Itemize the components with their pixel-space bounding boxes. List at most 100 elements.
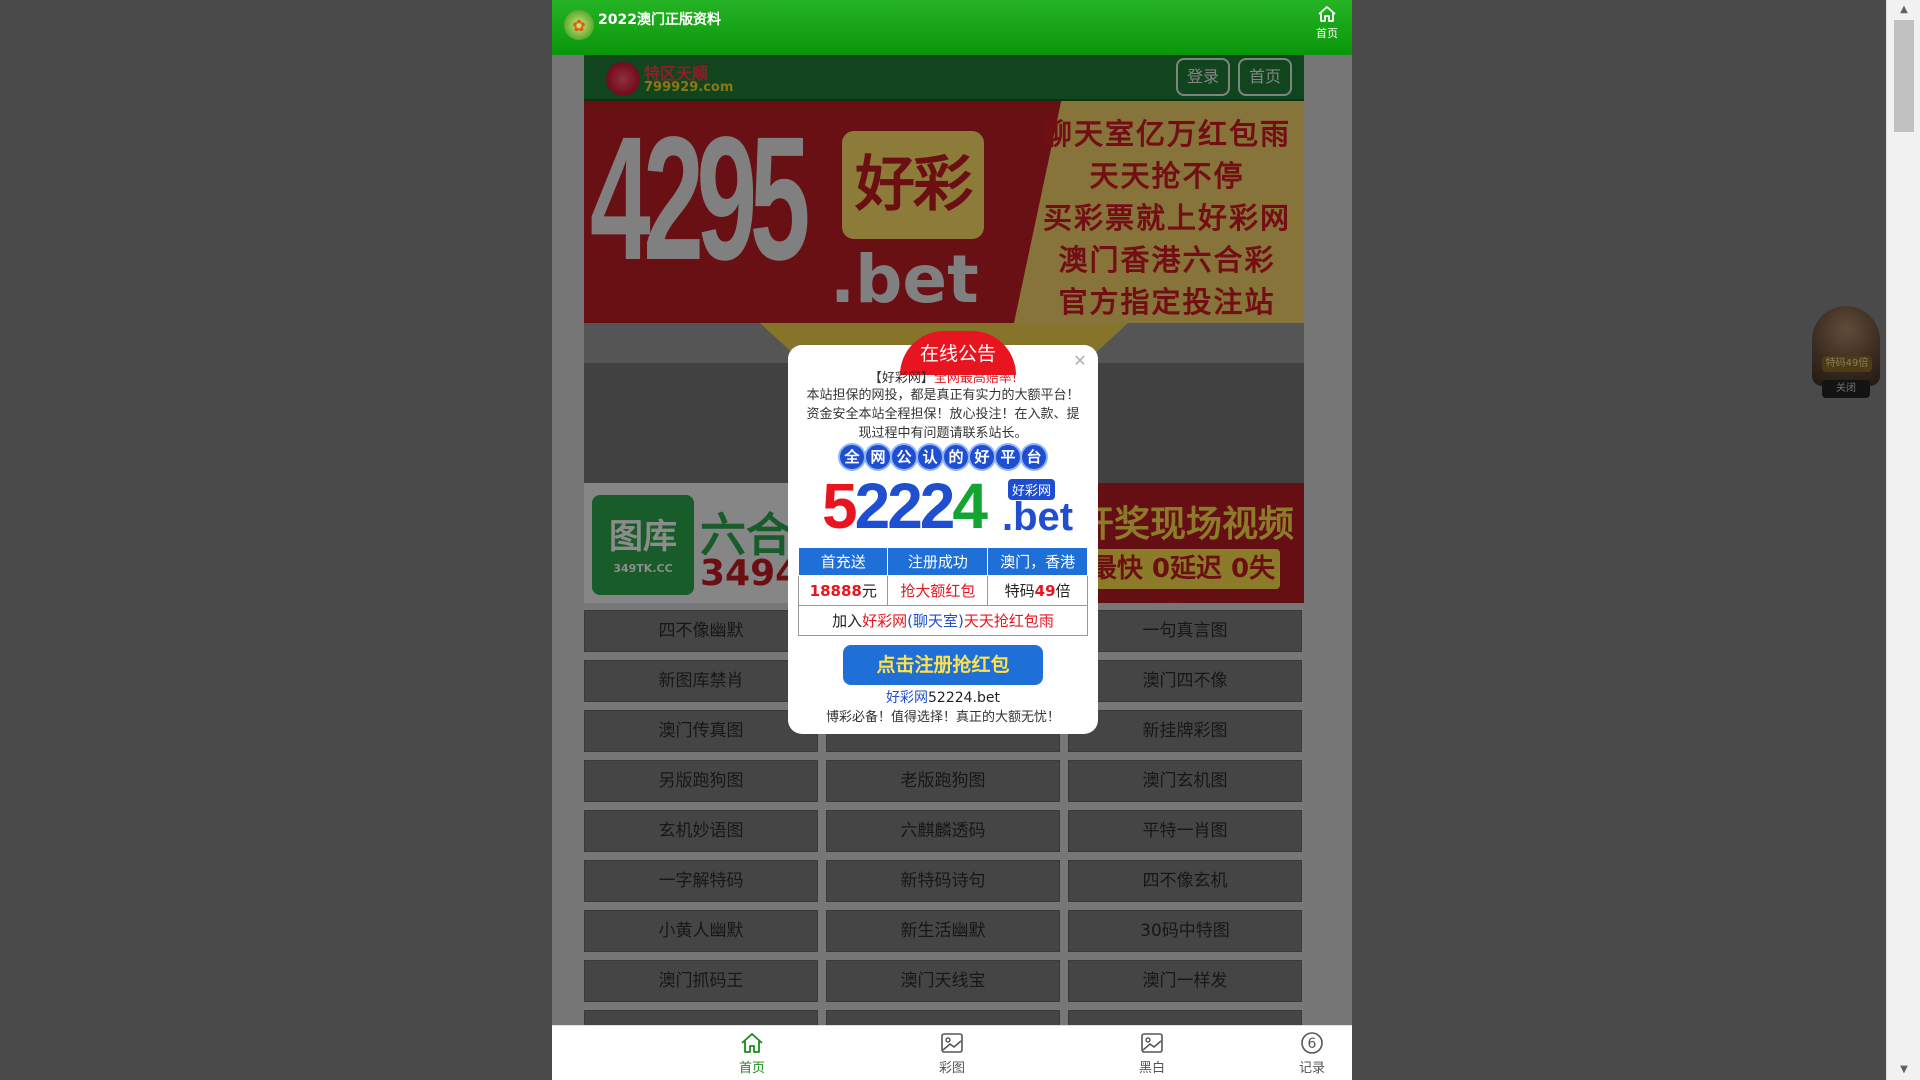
login-button[interactable]: 登录	[1176, 58, 1230, 96]
nav-label: 记录	[1298, 1061, 1325, 1076]
grid-cell[interactable]: 四不像玄机	[1068, 860, 1302, 902]
bottom-nav: 首页 彩图 黑白 6 记录	[552, 1025, 1352, 1080]
vertical-scrollbar[interactable]: ▲ ▼	[1886, 0, 1920, 1080]
site-bar: 特区天顺 799929.com 登录 首页	[584, 55, 1304, 101]
table-cell: 加入好彩网(聊天室)天天抢红包雨	[798, 605, 1088, 636]
site-home-button[interactable]: 首页	[1238, 58, 1292, 96]
number-digit-green: 4	[952, 470, 988, 542]
banner-lines: 聊天室亿万红包雨 天天抢不停 买彩票就上好彩网 澳门香港六合彩 官方指定投注站	[1032, 113, 1302, 323]
table-header: 注册成功	[887, 547, 989, 576]
tagline-char: 平	[996, 445, 1020, 469]
bonus-unit: 元	[861, 582, 877, 600]
tagline-char: 网	[866, 445, 890, 469]
banner-suffix: .bet	[830, 241, 979, 318]
grid-cell[interactable]: 平特一肖图	[1068, 810, 1302, 852]
tagline-char: 的	[944, 445, 968, 469]
grid-cell[interactable]: 新特码诗句	[826, 860, 1060, 902]
banner-line: 天天抢不停	[1089, 159, 1245, 193]
promo-table: 首充送 注册成功 澳门，香港 18888元 抢大额红包 特码49倍 加入好彩网(…	[797, 547, 1088, 636]
image-icon	[1141, 1033, 1163, 1053]
grid-cell[interactable]: 新生活幽默	[826, 910, 1060, 952]
image-icon	[941, 1033, 963, 1053]
tuku-label: 图库	[609, 517, 677, 557]
grid-cell[interactable]: 玄机妙语图	[584, 810, 818, 852]
site-brand[interactable]: 特区天顺 799929.com	[606, 60, 746, 96]
banner-line: 澳门香港六合彩	[1058, 243, 1276, 277]
register-button[interactable]: 点击注册抢红包	[843, 645, 1043, 685]
tagline-char: 全	[840, 445, 864, 469]
bauhinia-logo-icon	[606, 62, 640, 96]
floating-avatar-ad[interactable]: 特码49倍 关闭	[1806, 300, 1886, 400]
grid-cell[interactable]: 一句真言图	[1068, 610, 1302, 652]
ad-banner-4295[interactable]: 4295 好彩网 .bet 聊天室亿万红包雨 天天抢不停 买彩票就上好彩网 澳门…	[584, 101, 1304, 323]
nav-item-home[interactable]: 首页	[712, 1031, 792, 1076]
scrollbar-thumb[interactable]	[1894, 20, 1914, 132]
announcement-modal: 在线公告 ✕ 【好彩网】全网最高赔率! 本站担保的网投，都是真正有实力的大额平台…	[788, 331, 1098, 734]
grid-cell[interactable]: 澳门天线宝	[826, 960, 1060, 1002]
banner-line: 聊天室亿万红包雨	[1042, 117, 1291, 151]
banner-number: 4295	[590, 101, 810, 297]
tagline-char: 认	[918, 445, 942, 469]
grid-cell[interactable]: 澳门玄机图	[1068, 760, 1302, 802]
grid-cell[interactable]: 另版跑狗图	[584, 760, 818, 802]
number-digit-red: 5	[822, 470, 858, 542]
header-home-button[interactable]: 首页	[1312, 5, 1342, 41]
table-header: 首充送	[797, 547, 889, 576]
modal-site[interactable]: 好彩网52224.bet	[788, 687, 1098, 707]
grid-cell[interactable]: 30码中特图	[1068, 910, 1302, 952]
table-header: 澳门，香港	[987, 547, 1088, 576]
nav-item-record[interactable]: 6 记录	[1272, 1031, 1352, 1076]
scroll-down-arrow-icon[interactable]: ▼	[1897, 1064, 1911, 1076]
tagline-char: 台	[1022, 445, 1046, 469]
modal-footer: 博彩必备！值得选择！真正的大额无忧！	[825, 710, 1060, 725]
nav-label: 彩图	[938, 1061, 965, 1076]
banner-line: 买彩票就上好彩网	[1042, 201, 1291, 235]
odds-suffix: 倍	[1055, 582, 1071, 600]
table-cell: 18888元	[797, 575, 889, 606]
home-icon	[1318, 6, 1336, 22]
odds-number: 49	[1034, 582, 1056, 600]
nav-item-caitu[interactable]: 彩图	[912, 1031, 992, 1076]
site-domain: 52224.bet	[928, 690, 1000, 706]
grid-cell[interactable]: 澳门抓码王	[584, 960, 818, 1002]
record-six-icon: 6	[1301, 1032, 1323, 1054]
site-prefix: 好彩网	[886, 690, 928, 706]
nav-item-heibai[interactable]: 黑白	[1112, 1031, 1192, 1076]
nav-label: 首页	[738, 1061, 765, 1076]
grid-cell[interactable]: 新图库禁肖	[584, 660, 818, 702]
grid-cell[interactable]: 澳门传真图	[584, 710, 818, 752]
svg-text:6: 6	[1308, 1036, 1317, 1052]
banner-badge: 好彩网	[842, 131, 984, 323]
join-tail: 天天抢红包雨	[963, 612, 1054, 630]
table-cell: 特码49倍	[987, 575, 1088, 606]
modal-paragraph: 本站担保的网投，都是真正有实力的大额平台！资金安全本站全程担保！放心投注！在入款…	[806, 388, 1080, 441]
header-home-label: 首页	[1316, 27, 1338, 40]
grid-cell[interactable]: 新挂牌彩图	[1068, 710, 1302, 752]
table-cell: 抢大额红包	[887, 575, 989, 606]
grid-cell[interactable]: 澳门一样发	[1068, 960, 1302, 1002]
lotus-logo-icon: ✿	[564, 10, 594, 40]
grid-cell[interactable]: 四不像幽默	[584, 610, 818, 652]
join-chatroom: (聊天室)	[907, 612, 964, 630]
top-header: ✿ 2022澳门正版资料 首页	[552, 0, 1352, 55]
grid-cell[interactable]: 小黄人幽默	[584, 910, 818, 952]
odds-prefix: 特码	[1004, 582, 1035, 600]
scroll-up-arrow-icon[interactable]: ▲	[1897, 4, 1911, 16]
grid-cell[interactable]: 一字解特码	[584, 860, 818, 902]
tuku-logo-icon: 图库 349TK.CC	[592, 495, 694, 595]
floater-close-button[interactable]: 关闭	[1822, 380, 1870, 398]
modal-tagline: 全网公认的好平台	[788, 445, 1098, 469]
modal-headline: 【好彩网】全网最高赔率!	[788, 367, 1098, 386]
modal-headline-highlight: 全网最高赔率!	[933, 371, 1018, 386]
join-name: 好彩网	[862, 612, 908, 630]
modal-headline-prefix: 【好彩网】	[868, 371, 934, 386]
floater-tag: 特码49倍	[1822, 356, 1872, 372]
tagline-char: 好	[970, 445, 994, 469]
grid-cell[interactable]: 六麒麟透码	[826, 810, 1060, 852]
header-title: 2022澳门正版资料	[598, 12, 721, 28]
tagline-char: 公	[892, 445, 916, 469]
join-prefix: 加入	[832, 612, 863, 630]
grid-cell[interactable]: 澳门四不像	[1068, 660, 1302, 702]
tuku-domain: 349TK.CC	[613, 562, 673, 575]
grid-cell[interactable]: 老版跑狗图	[826, 760, 1060, 802]
